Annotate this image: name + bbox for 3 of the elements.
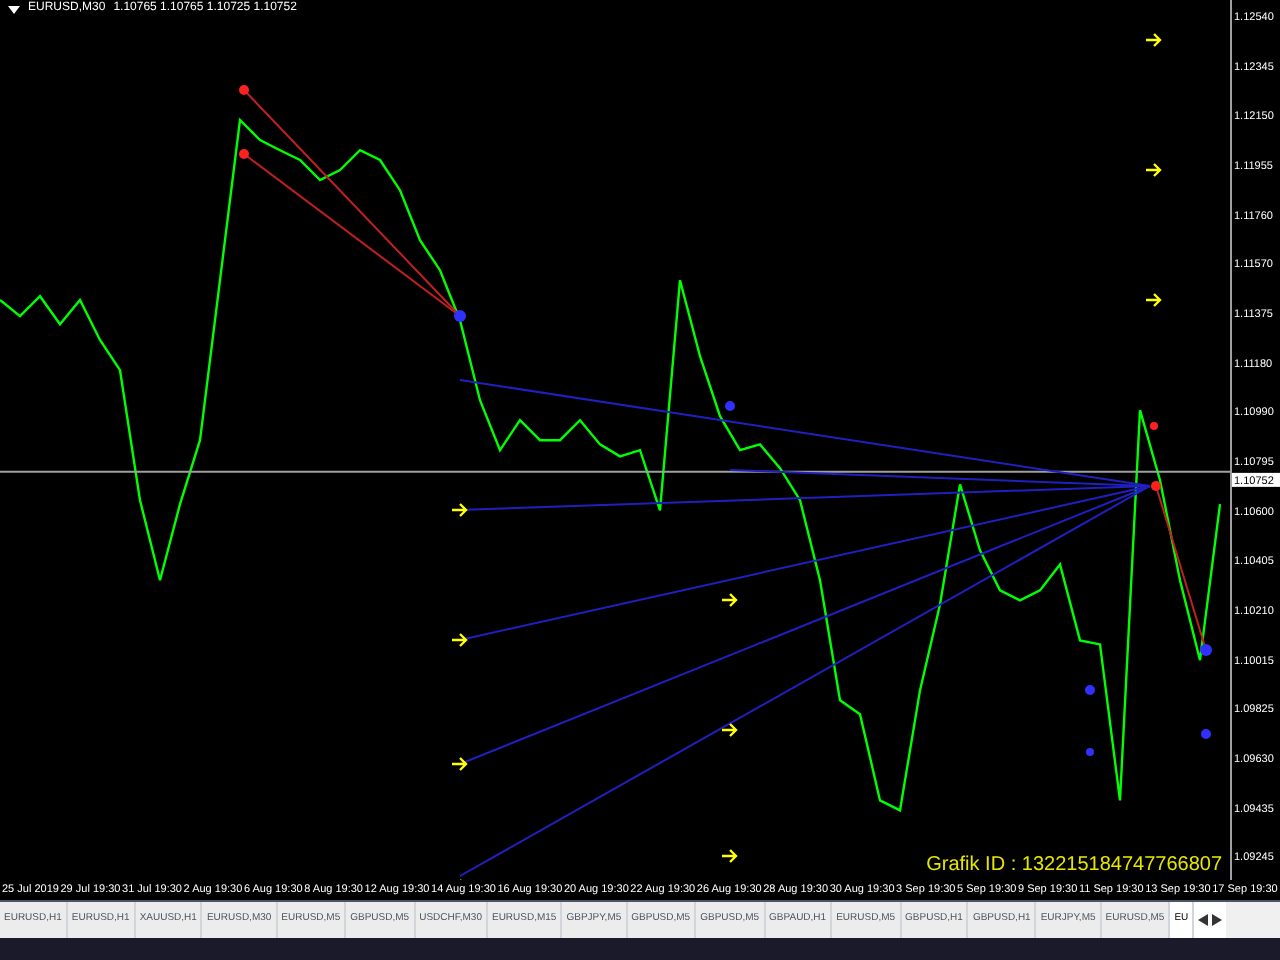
triangle-icon <box>8 5 20 13</box>
chart-annotation: Grafik ID : 132215184747766807 <box>926 852 1222 880</box>
scroll-right-icon[interactable] <box>1212 914 1223 926</box>
